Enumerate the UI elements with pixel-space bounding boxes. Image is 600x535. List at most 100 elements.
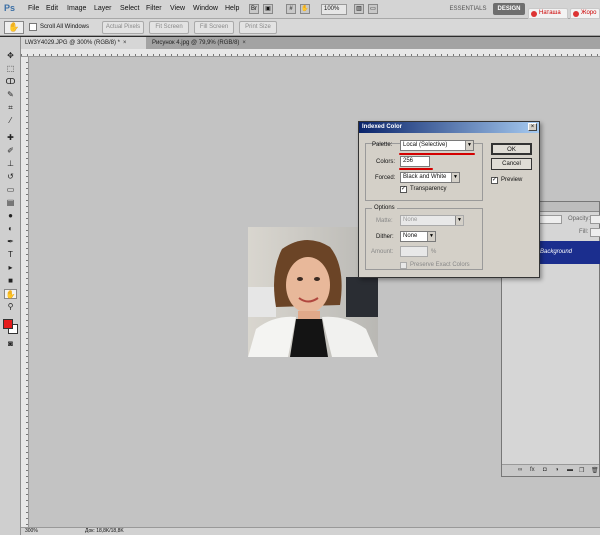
blur-icon[interactable]: ●: [4, 211, 17, 221]
options-legend: Options: [372, 205, 397, 211]
link-icon[interactable]: ∞: [518, 467, 522, 473]
zoom-level-select[interactable]: 100%: [321, 4, 347, 15]
fit-screen-button[interactable]: Fit Screen: [149, 21, 189, 34]
close-icon[interactable]: ×: [242, 40, 246, 46]
zoom-icon[interactable]: ⚲: [4, 302, 17, 312]
actual-pixels-button[interactable]: Actual Pixels: [102, 21, 144, 34]
new-layer-icon[interactable]: ❐: [579, 467, 584, 474]
preview-label: Preview: [501, 177, 523, 183]
dither-select[interactable]: None ▼: [400, 231, 436, 242]
ok-button[interactable]: OK: [491, 143, 532, 155]
preview-checkbox[interactable]: ✓: [491, 177, 498, 184]
stamp-icon[interactable]: ⊥: [4, 159, 17, 169]
healing-icon[interactable]: ✚: [4, 133, 17, 143]
menu-bar: Ps File Edit Image Layer Select Filter V…: [0, 0, 600, 19]
fill-field[interactable]: [590, 228, 600, 237]
foreground-color-swatch[interactable]: [3, 319, 13, 329]
dropdown-arrow-icon: ▼: [427, 232, 435, 241]
preserve-exact-colors-label: Preserve Exact Colors: [410, 262, 470, 268]
transparency-label: Transparency: [410, 186, 447, 192]
pen-icon[interactable]: ✒: [4, 237, 17, 247]
menu-file[interactable]: File: [28, 5, 39, 12]
layer-row-background[interactable]: Background: [536, 241, 600, 264]
menu-image[interactable]: Image: [67, 5, 86, 12]
lasso-icon[interactable]: ↀ: [4, 77, 17, 87]
workspace-essentials[interactable]: ESSENTIALS: [447, 3, 489, 15]
preserve-exact-colors-checkbox[interactable]: [400, 262, 407, 269]
crop-icon[interactable]: ⌗: [4, 103, 17, 113]
doc-tab-risunok4[interactable]: Рисунок 4.jpg @ 79,9% (RGB/8) ×: [148, 37, 283, 49]
browser-tab-zhoro[interactable]: Жоро: [570, 8, 600, 19]
brush-icon[interactable]: ✐: [4, 146, 17, 156]
menu-edit[interactable]: Edit: [46, 5, 58, 12]
palette-label: Palette:: [372, 142, 393, 148]
highlight-underline: [399, 153, 475, 155]
amount-label: Amount:: [371, 249, 394, 255]
grid-icon[interactable]: #: [286, 4, 296, 14]
forced-label: Forced:: [375, 175, 396, 181]
type-icon[interactable]: T: [4, 250, 17, 260]
path-select-icon[interactable]: ▸: [4, 263, 17, 273]
status-bar: 300% Док: 18,8K/18,8K: [21, 527, 600, 535]
horizontal-ruler: [21, 49, 600, 57]
menu-select[interactable]: Select: [120, 5, 139, 12]
history-brush-icon[interactable]: ↺: [4, 172, 17, 182]
favicon-icon: [531, 11, 537, 17]
status-doc-size: Док: 18,8K/18,8K: [85, 528, 124, 534]
trash-icon[interactable]: 🗑: [591, 467, 599, 474]
eyedropper-icon[interactable]: ⁄: [4, 116, 17, 126]
arrange-documents-icon[interactable]: ▥: [354, 4, 364, 14]
opacity-field[interactable]: [590, 215, 600, 224]
folder-icon[interactable]: ▬: [567, 467, 573, 473]
amount-unit: %: [431, 249, 437, 255]
toolbox: ✥ ⬚ ↀ ✎ ⌗ ⁄ ✚ ✐ ⊥ ↺ ▭ ▤ ● ◐ ✒ T ▸ ■ ✋ ⚲ …: [0, 37, 21, 535]
minibridge-icon[interactable]: ▣: [263, 4, 273, 14]
shape-icon[interactable]: ■: [4, 276, 17, 286]
status-zoom[interactable]: 300%: [25, 528, 38, 535]
opacity-label: Opacity:: [568, 216, 591, 222]
scroll-all-windows-checkbox[interactable]: [29, 23, 37, 31]
menu-help[interactable]: Help: [225, 5, 239, 12]
tool-preset-picker[interactable]: ✋: [4, 21, 24, 34]
adjustment-icon[interactable]: ◑: [555, 467, 559, 473]
gradient-icon[interactable]: ▤: [4, 198, 17, 208]
photoshop-logo: Ps: [4, 3, 16, 13]
menu-filter[interactable]: Filter: [146, 5, 162, 12]
doc-tab-lw3y4029[interactable]: LW3Y4029.JPG @ 300% (RGB/8) * ×: [21, 37, 146, 49]
close-icon[interactable]: ×: [123, 40, 127, 46]
options-bar: ✋ Scroll All Windows Actual Pixels Fit S…: [0, 19, 600, 36]
eraser-icon[interactable]: ▭: [4, 185, 17, 195]
dither-label: Dither:: [376, 234, 394, 240]
quick-mask-icon[interactable]: ◙: [4, 339, 17, 349]
print-size-button[interactable]: Print Size: [239, 21, 277, 34]
favicon-icon: [573, 11, 579, 17]
colors-input[interactable]: 256: [400, 156, 430, 167]
quick-select-icon[interactable]: ✎: [4, 90, 17, 100]
palette-select[interactable]: Local (Selective) ▼: [400, 140, 474, 151]
transparency-checkbox[interactable]: ✓: [400, 186, 407, 193]
close-icon[interactable]: ×: [528, 123, 537, 131]
move-icon[interactable]: ✥: [4, 51, 17, 61]
indexed-color-dialog: Indexed Color × Palette: Local (Selectiv…: [358, 121, 540, 278]
hand-tool-icon[interactable]: ✋: [300, 4, 310, 14]
cancel-button[interactable]: Cancel: [491, 158, 532, 170]
screen-mode-icon[interactable]: ▭: [368, 4, 378, 14]
amount-input[interactable]: [400, 246, 428, 257]
bridge-icon[interactable]: Br: [249, 4, 259, 14]
dodge-icon[interactable]: ◐: [4, 224, 17, 234]
forced-select[interactable]: Black and White ▼: [400, 172, 460, 183]
menu-window[interactable]: Window: [193, 5, 218, 12]
matte-select[interactable]: None ▼: [400, 215, 464, 226]
fill-screen-button[interactable]: Fill Screen: [194, 21, 234, 34]
menu-view[interactable]: View: [170, 5, 185, 12]
browser-tab-natasha[interactable]: Наташа: [528, 8, 568, 19]
marquee-icon[interactable]: ⬚: [4, 64, 17, 74]
fill-label: Fill:: [579, 229, 589, 235]
workspace-design[interactable]: DESIGN: [493, 3, 525, 15]
dialog-title: Indexed Color: [359, 122, 539, 133]
fx-icon[interactable]: fx: [530, 467, 535, 473]
hand-icon[interactable]: ✋: [4, 289, 17, 299]
menu-layer[interactable]: Layer: [94, 5, 112, 12]
mask-icon[interactable]: ◘: [543, 467, 547, 473]
scroll-all-windows-label: Scroll All Windows: [40, 24, 90, 30]
